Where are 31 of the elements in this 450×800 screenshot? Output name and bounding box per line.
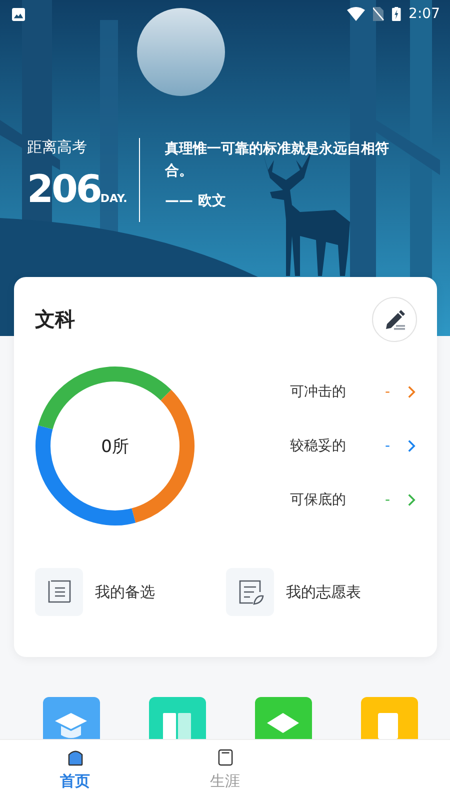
chevron-right-icon[interactable] [407,385,416,399]
category-value: - [385,492,392,508]
school-count: 0所 [101,436,129,458]
document-icon [218,749,232,766]
category-label[interactable]: 可保底的 [290,491,385,509]
category-label[interactable]: 较稳妥的 [290,437,385,455]
days-count: 206 [27,167,100,211]
shortcut-label[interactable]: 我的备选 [95,582,155,602]
clock-time: 2:07 [408,6,440,22]
chevron-right-icon[interactable] [407,439,416,453]
nav-tab[interactable]: 首页 [0,740,150,800]
wifi-icon [347,7,366,21]
document-icon[interactable] [360,697,418,740]
countdown-label: 距离高考 [27,138,88,157]
graduation-cap-icon[interactable] [42,697,100,740]
edit-button[interactable] [372,297,417,342]
list-icon[interactable] [35,568,83,616]
image-icon [12,8,25,20]
shortcut-label[interactable]: 我的志愿表 [286,582,361,602]
home-icon [68,749,82,766]
card-title: 文科 [35,306,75,333]
form-icon[interactable] [226,568,274,616]
quote-text: 真理惟一可靠的标准就是永远自相符合。 [165,140,390,181]
days-unit: DAY. [100,192,128,205]
quote-author: —— 欧文 [165,192,227,210]
category-value: - [385,438,392,454]
book-icon[interactable] [148,697,206,740]
category-label[interactable]: 可冲击的 [290,383,385,401]
no-sim-icon [373,7,384,21]
chevron-right-icon[interactable] [407,493,416,507]
category-value: - [385,384,392,400]
